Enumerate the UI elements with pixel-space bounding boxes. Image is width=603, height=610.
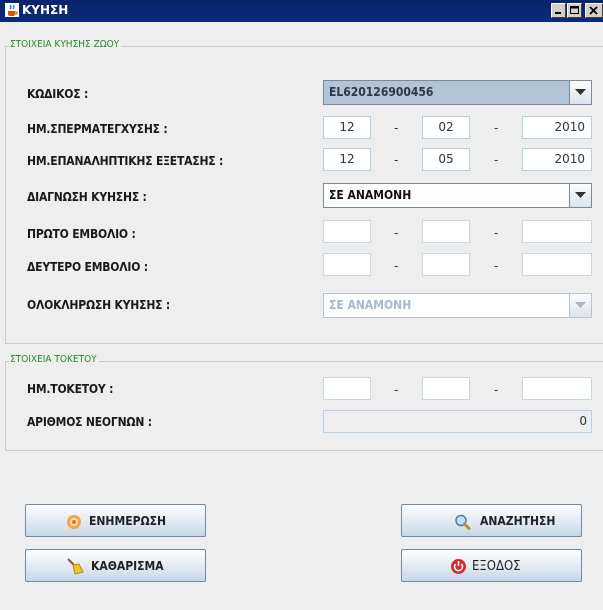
exit-button[interactable]: ΕΞΟΔΟΣ [401, 549, 582, 582]
title-bar[interactable]: ΚΥΗΣΗ [0, 0, 603, 22]
date-separator: - [394, 383, 399, 397]
insemination-date-label: ΗΜ.ΣΠΕΡΜΑΤΕΓΧΥΣΗΣ : [27, 122, 168, 136]
chevron-down-icon [575, 89, 586, 95]
window-title: ΚΥΗΣΗ [22, 3, 69, 17]
second-vaccine-day-field[interactable] [323, 253, 371, 276]
birth-details-title: ΣΤΟΙΧΕΙΑ ΤΟΚΕΤΟΥ [9, 354, 99, 365]
date-separator: - [494, 226, 499, 240]
birth-month-field[interactable] [422, 377, 470, 400]
birth-details-group: ΣΤΟΙΧΕΙΑ ΤΟΚΕΤΟΥ [5, 354, 603, 451]
insemination-day-field[interactable]: 12 [323, 116, 371, 139]
chevron-down-icon [575, 302, 586, 308]
maximize-button[interactable] [567, 3, 582, 18]
completion-dropdown-button[interactable] [569, 294, 591, 317]
newborns-field: 0 [323, 410, 592, 433]
birth-date-label: ΗΜ.ΤΟΚΕΤΟΥ : [27, 382, 114, 396]
minimize-icon [555, 12, 561, 14]
animal-code-dropdown-button[interactable] [569, 81, 591, 104]
birth-year-field[interactable] [522, 377, 592, 400]
refresh-icon [67, 515, 81, 529]
insemination-month-field[interactable]: 02 [422, 116, 470, 139]
animal-code-value: EL620126900456 [329, 85, 434, 99]
date-separator: - [494, 383, 499, 397]
date-separator: - [494, 259, 499, 273]
code-label: ΚΩΔΙΚΟΣ : [27, 87, 89, 101]
first-vaccine-year-field[interactable] [522, 220, 592, 243]
second-vaccine-year-field[interactable] [522, 253, 592, 276]
reexam-date-label: ΗΜ.ΕΠΑΝΑΛΗΠΤΙΚΗΣ ΕΞΕΤΑΣΗΣ : [27, 154, 224, 168]
search-button-label: ΑΝΑΖΗΤΗΣΗ [480, 514, 556, 528]
maximize-icon [570, 6, 579, 14]
completion-value: ΣΕ ΑΝΑΜΟΝΗ [329, 298, 412, 312]
diagnosis-label: ΔΙΑΓΝΩΣΗ ΚΥΗΣΗΣ : [27, 190, 147, 204]
date-separator: - [394, 121, 399, 135]
first-vaccine-label: ΠΡΩΤΟ ΕΜΒΟΛΙΟ : [27, 227, 136, 241]
java-cup-icon [5, 3, 19, 17]
insemination-year-field[interactable]: 2010 [522, 116, 592, 139]
update-button-label: ΕΝΗΜΕΡΩΣΗ [89, 514, 167, 528]
completion-combo[interactable]: ΣΕ ΑΝΑΜΟΝΗ [323, 293, 592, 318]
date-separator: - [394, 226, 399, 240]
reexam-month-field[interactable]: 05 [422, 148, 470, 171]
minimize-button[interactable] [551, 3, 566, 18]
date-separator: - [394, 259, 399, 273]
first-vaccine-month-field[interactable] [422, 220, 470, 243]
clear-button[interactable]: ΚΑΘΑΡΙΣΜΑ [25, 549, 206, 582]
date-separator: - [394, 153, 399, 167]
completion-label: ΟΛΟΚΛΗΡΩΣΗ ΚΥΗΣΗΣ : [27, 298, 171, 312]
date-separator: - [494, 153, 499, 167]
pregnancy-details-title: ΣΤΟΙΧΕΙΑ ΚΥΗΣΗΣ ΖΩΟΥ [9, 39, 122, 50]
birth-day-field[interactable] [323, 377, 371, 400]
newborns-label: ΑΡΙΘΜΟΣ ΝΕΟΓΝΩΝ : [27, 415, 152, 429]
diagnosis-combo[interactable]: ΣΕ ΑΝΑΜΟΝΗ [323, 183, 592, 208]
exit-button-label: ΕΞΟΔΟΣ [472, 559, 521, 574]
date-separator: - [494, 121, 499, 135]
window: ΚΥΗΣΗ ΣΤΟΙΧΕΙΑ ΚΥΗΣΗΣ ΖΩΟΥ ΚΩΔΙΚΟΣ : EL6… [0, 0, 603, 610]
search-button[interactable]: ΑΝΑΖΗΤΗΣΗ [401, 504, 582, 537]
animal-code-combo[interactable]: EL620126900456 [323, 80, 592, 105]
broom-icon [67, 558, 84, 575]
reexam-year-field[interactable]: 2010 [522, 148, 592, 171]
close-icon [589, 6, 598, 15]
second-vaccine-label: ΔΕΥΤΕΡΟ ΕΜΒΟΛΙΟ : [27, 260, 148, 274]
second-vaccine-month-field[interactable] [422, 253, 470, 276]
first-vaccine-day-field[interactable] [323, 220, 371, 243]
magnifier-icon [455, 514, 471, 530]
update-button[interactable]: ΕΝΗΜΕΡΩΣΗ [25, 504, 206, 537]
close-button[interactable] [585, 3, 603, 18]
diagnosis-value: ΣΕ ΑΝΑΜΟΝΗ [329, 188, 412, 202]
diagnosis-dropdown-button[interactable] [569, 184, 591, 207]
reexam-day-field[interactable]: 12 [323, 148, 371, 171]
chevron-down-icon [575, 192, 586, 198]
clear-button-label: ΚΑΘΑΡΙΣΜΑ [91, 559, 164, 573]
exit-icon [451, 559, 466, 574]
